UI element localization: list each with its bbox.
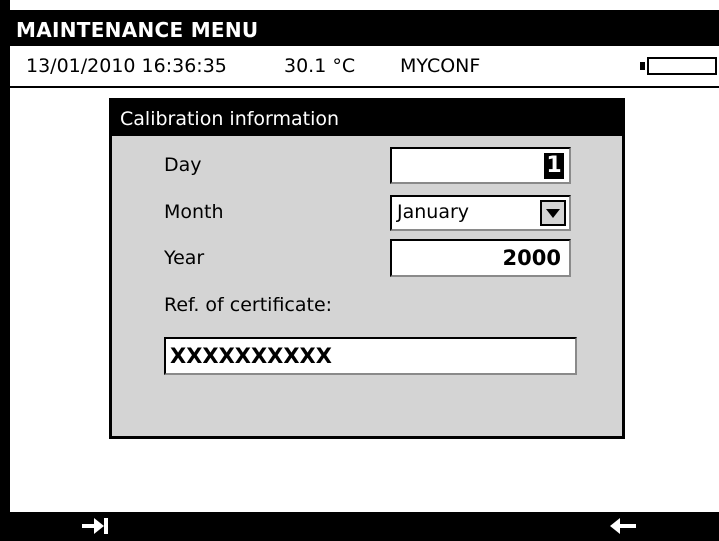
- dropdown-button[interactable]: [540, 200, 566, 226]
- chevron-down-icon: [546, 209, 560, 218]
- certificate-ref-field[interactable]: XXXXXXXXXX: [164, 337, 577, 375]
- day-label: Day: [164, 154, 202, 176]
- certificate-ref-label: Ref. of certificate:: [164, 294, 333, 316]
- year-value: 2000: [502, 246, 561, 270]
- header-bar: MAINTENANCE MENU: [10, 10, 719, 46]
- back-arrow-icon[interactable]: [608, 515, 638, 537]
- year-field[interactable]: 2000: [390, 239, 571, 277]
- dialog-title-bar: Calibration information: [112, 101, 622, 136]
- month-label: Month: [164, 201, 224, 223]
- certificate-ref-value: XXXXXXXXXX: [170, 344, 332, 368]
- tab-arrow-icon[interactable]: [80, 515, 110, 537]
- screen-left-border: [0, 0, 10, 541]
- year-label: Year: [164, 247, 205, 269]
- softkey-bar: [10, 512, 719, 541]
- day-field[interactable]: 1: [390, 147, 571, 184]
- dialog-title: Calibration information: [120, 108, 340, 130]
- status-config: MYCONF: [400, 55, 481, 77]
- status-temperature: 30.1 °C: [284, 55, 356, 77]
- status-bar: 13/01/2010 16:36:35 30.1 °C MYCONF: [10, 46, 719, 88]
- day-value: 1: [544, 153, 564, 179]
- battery-icon: [640, 57, 718, 75]
- page-title: MAINTENANCE MENU: [16, 18, 259, 42]
- battery-body: [647, 57, 717, 75]
- tab-arrow-glyph: [82, 518, 108, 534]
- status-datetime: 13/01/2010 16:36:35: [26, 55, 227, 77]
- back-arrow-glyph: [610, 518, 636, 534]
- month-dropdown[interactable]: January: [390, 195, 571, 231]
- device-screen: MAINTENANCE MENU 13/01/2010 16:36:35 30.…: [0, 0, 719, 541]
- month-value: January: [397, 201, 470, 223]
- battery-tip: [640, 62, 645, 70]
- calibration-dialog: Calibration information Day 1 Month Janu…: [109, 98, 625, 439]
